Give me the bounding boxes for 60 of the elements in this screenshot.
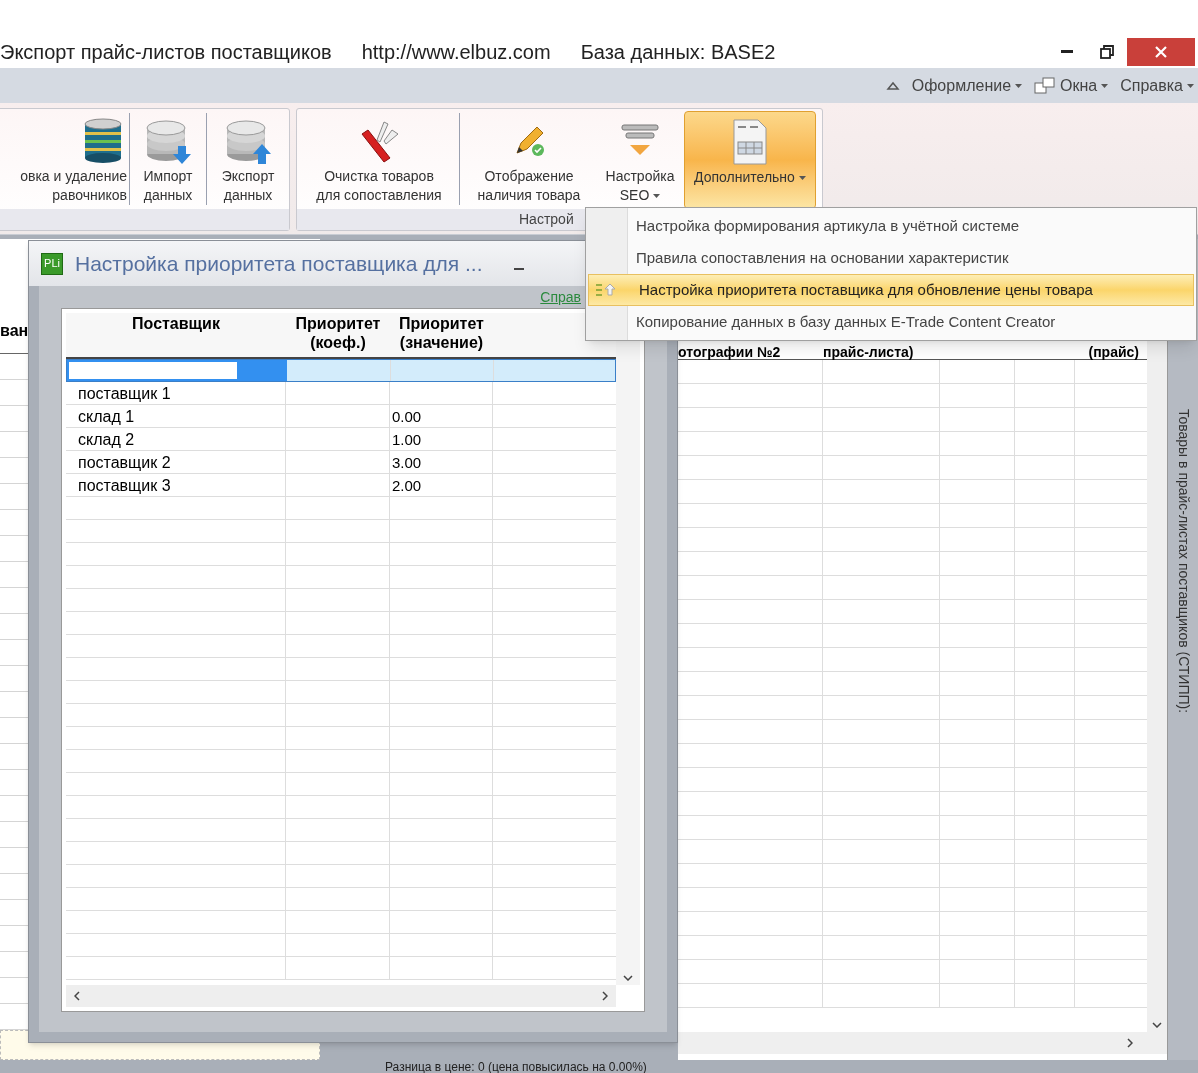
caret-icon <box>1015 83 1023 88</box>
close-icon <box>1154 44 1168 59</box>
column-header: отографии №2 <box>678 345 782 359</box>
dialog-title: Настройка приоритета поставщика для ... <box>75 250 483 277</box>
scroll-left-icon[interactable] <box>74 991 80 1001</box>
ribbon-button[interactable]: Экспорт данных <box>209 111 287 209</box>
ribbon-button[interactable]: Очистка товаров для сопоставления <box>301 111 457 209</box>
table-row[interactable]: поставщик 2 3.00 <box>66 451 616 474</box>
ribbon-button[interactable]: Настройка SEO <box>596 111 684 209</box>
caret-icon <box>1101 83 1109 88</box>
restore-icon <box>1100 44 1114 59</box>
table-row[interactable]: склад 2 1.00 <box>66 428 616 451</box>
ribbon-button[interactable]: овка и удаление равочников <box>0 111 127 209</box>
minimize-icon <box>513 267 524 270</box>
table-row[interactable]: поставщик 3 2.00 <box>66 474 616 497</box>
column-header: ван <box>0 321 29 341</box>
table-cell-text: склад 2 <box>78 430 135 450</box>
horizontal-scrollbar[interactable] <box>66 985 616 1007</box>
close-button[interactable] <box>1127 37 1195 66</box>
table-cell-text: 2.00 <box>392 475 422 496</box>
menu-item[interactable]: Настройка приоритета поставщика для обновление цены товара <box>588 274 1194 306</box>
column-header[interactable]: Приоритет (коеф.) <box>286 313 390 357</box>
ribbon-group-label: Настрой <box>519 210 574 229</box>
caret-icon <box>1187 83 1194 88</box>
menu-item[interactable]: Справка <box>1120 73 1194 98</box>
scroll-right-icon[interactable] <box>1127 1038 1133 1048</box>
app-logo: PLi <box>41 252 63 275</box>
menu-item[interactable]: Окна <box>1034 73 1109 98</box>
column-header: прайс-листа) <box>823 345 915 359</box>
table-cell-text: 1.00 <box>392 429 422 450</box>
windows-icon <box>1034 76 1057 95</box>
horizontal-scrollbar[interactable] <box>678 1032 1167 1054</box>
collapse-ribbon-icon[interactable] <box>885 80 900 91</box>
table-cell-text: склад 1 <box>78 407 135 427</box>
scroll-right-icon[interactable] <box>602 991 608 1001</box>
supplier-input[interactable] <box>69 362 237 379</box>
table-cell-text: поставщик 3 <box>78 476 171 496</box>
window-title: Экспорт прайс-листов поставщиков <box>0 39 332 65</box>
column-header: (прайс) <box>1087 345 1140 359</box>
table-cell-text: поставщик 1 <box>78 384 171 404</box>
column-header[interactable]: Поставщик <box>66 313 286 357</box>
menu-item[interactable]: Настройка формирования артикула в учётной системе <box>586 210 1196 242</box>
table-row[interactable]: склад 1 0.00 <box>66 405 616 428</box>
table-row[interactable]: поставщик 1 <box>66 382 616 405</box>
table-cell-text: поставщик 2 <box>78 453 171 473</box>
menu-item[interactable]: Оформление <box>911 73 1023 98</box>
database-name: База данных: BASE2 <box>580 39 776 65</box>
document-icon <box>730 118 770 166</box>
website-url: http://www.elbuz.com <box>361 39 551 65</box>
status-text: Разница в цене: 0 (цена повысилась на 0.00%) <box>385 1060 647 1073</box>
scroll-down-icon[interactable] <box>1152 1022 1162 1028</box>
ribbon-button[interactable]: Отображение наличия товара <box>462 111 596 209</box>
column-header[interactable]: Приоритет (значение) <box>390 313 493 357</box>
table-cell-text: 0.00 <box>392 406 422 427</box>
ribbon-button[interactable]: Дополнительно <box>684 111 816 209</box>
ribbon-button[interactable]: Импорт данных <box>132 111 204 209</box>
minimize-icon <box>1061 50 1073 53</box>
scroll-down-icon[interactable] <box>623 975 633 981</box>
table-cell-text: 3.00 <box>392 452 422 473</box>
table-row[interactable] <box>66 359 616 382</box>
